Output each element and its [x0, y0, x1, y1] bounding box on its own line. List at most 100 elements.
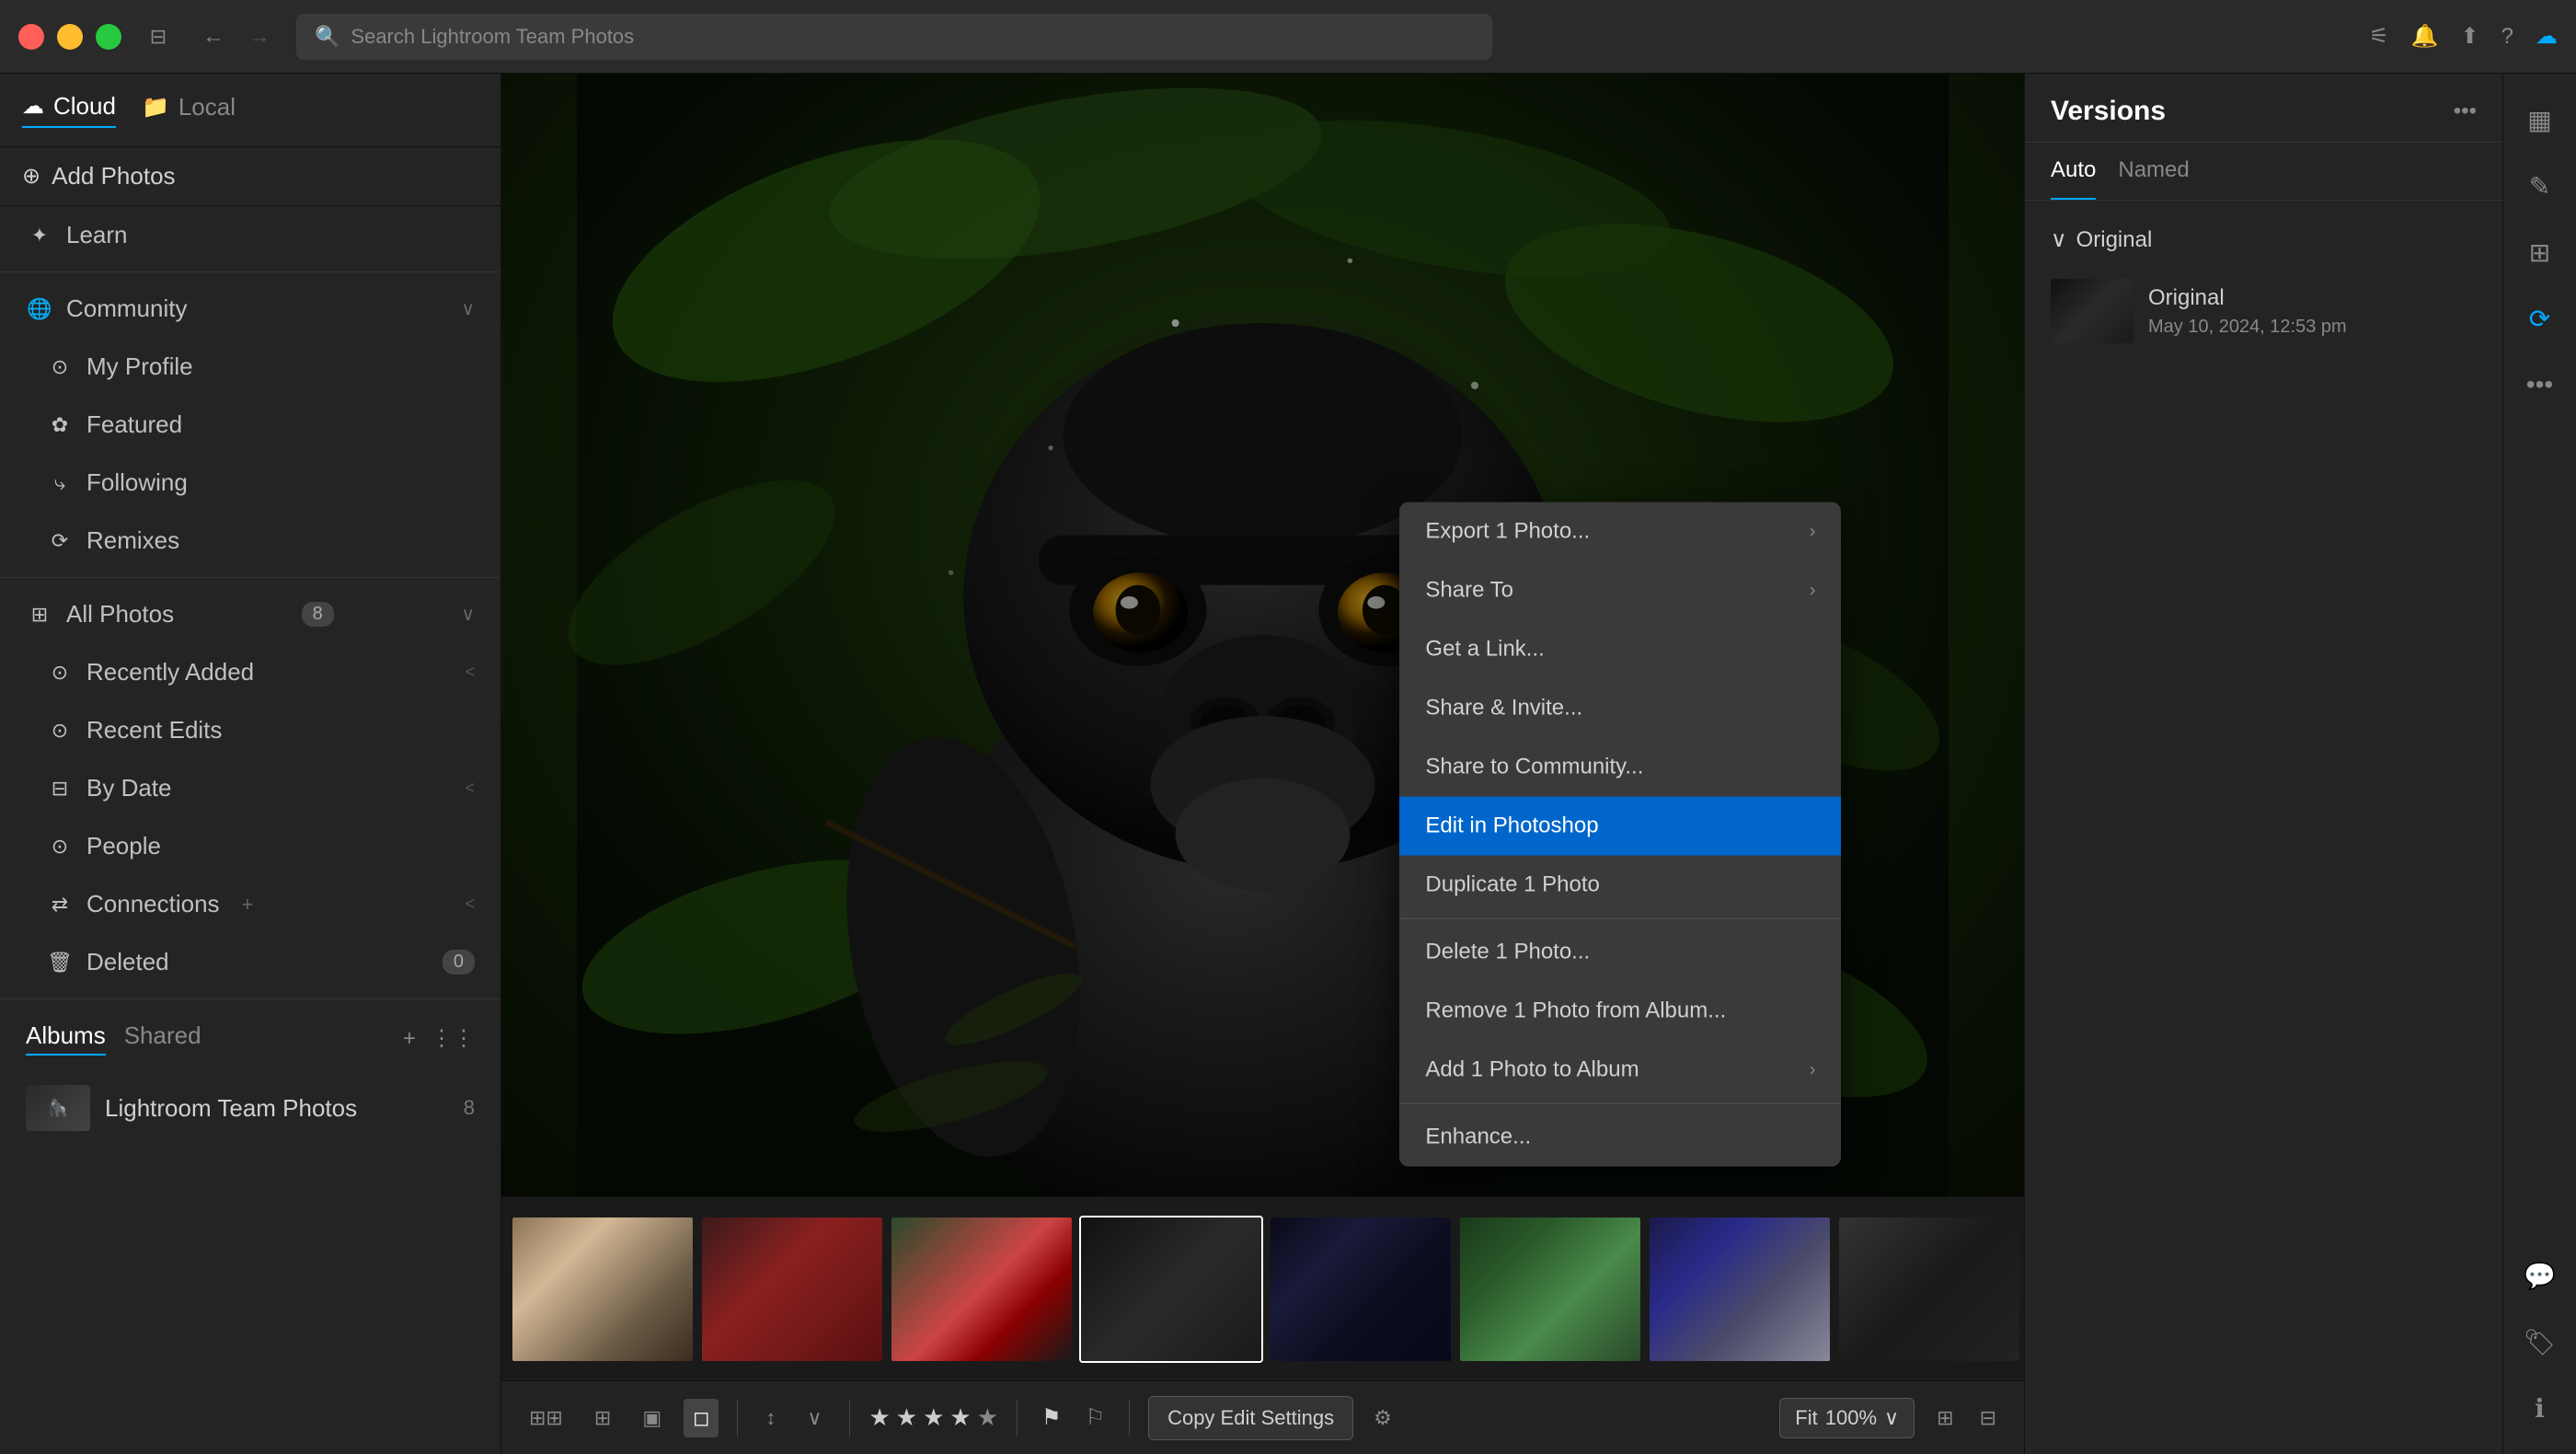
bell-icon[interactable]: 🔔	[2411, 23, 2439, 50]
sidebar-item-people[interactable]: ⊙ People	[0, 817, 500, 875]
zoom-control[interactable]: Fit 100% ∨	[1779, 1398, 1915, 1438]
version-tab-auto[interactable]: Auto	[2051, 143, 2096, 200]
right-sidebar-edit-icon[interactable]: ✎	[2513, 158, 2568, 213]
filter-icon[interactable]: ⚟	[2369, 23, 2389, 50]
context-menu-duplicate[interactable]: Duplicate 1 Photo	[1399, 856, 1841, 915]
filmstrip-thumb-5-inner	[1271, 1217, 1451, 1361]
right-sidebar-info-icon[interactable]: ℹ	[2513, 1380, 2568, 1436]
forward-button[interactable]: →	[241, 20, 278, 53]
filmstrip-thumb-4[interactable]	[1079, 1216, 1263, 1363]
right-sidebar-histogram-icon[interactable]: ▦	[2513, 92, 2568, 147]
filmstrip-thumb-4-inner	[1081, 1217, 1261, 1361]
right-panel: Versions ••• Auto Named ∨ Original Origi…	[2024, 74, 2502, 1454]
sidebar-item-bydate[interactable]: ⊟ By Date <	[0, 759, 500, 817]
filmstrip-thumb-3[interactable]	[890, 1216, 1074, 1363]
context-menu-getlink-label: Get a Link...	[1425, 637, 1544, 663]
search-input[interactable]	[351, 25, 1474, 49]
add-photos-button[interactable]: ⊕ Add Photos	[0, 147, 500, 206]
right-panel-menu-icon[interactable]: •••	[2454, 98, 2477, 124]
sidebar-item-following[interactable]: ⤷ Following	[0, 454, 500, 512]
help-icon[interactable]: ?	[2501, 24, 2513, 50]
sidebar-item-remixes[interactable]: ⟳ Remixes	[0, 512, 500, 570]
compare-toggle-button[interactable]: ⊞	[1927, 1399, 1962, 1437]
star-5[interactable]: ★	[977, 1403, 998, 1432]
add-album-button[interactable]: +	[403, 1026, 416, 1052]
square-grid-button[interactable]: ⊞	[585, 1399, 620, 1437]
album-thumb: 🦍	[26, 1085, 90, 1131]
cloud-icon[interactable]: ☁	[2536, 23, 2558, 50]
context-menu-sharecommunity-label: Share to Community...	[1425, 755, 1643, 780]
flag-button[interactable]: ⚑	[1036, 1399, 1067, 1437]
shared-tab[interactable]: Shared	[124, 1021, 201, 1056]
right-panel-header: Versions •••	[2025, 74, 2502, 143]
sidebar-item-learn[interactable]: ✦ Learn	[0, 206, 500, 264]
context-menu-addtoalbum-label: Add 1 Photo to Album	[1425, 1057, 1639, 1083]
context-menu-getlink[interactable]: Get a Link...	[1399, 620, 1841, 679]
sidebar-item-recentedits[interactable]: ⊙ Recent Edits	[0, 701, 500, 759]
back-button[interactable]: ←	[195, 20, 232, 53]
sidebar-learn-label: Learn	[66, 221, 128, 249]
filmstrip-thumb-5[interactable]	[1269, 1216, 1453, 1363]
photo-main[interactable]: Export 1 Photo... › Share To › Get a Lin…	[501, 74, 2024, 1196]
community-chevron: ∨	[461, 297, 475, 320]
right-sidebar-more-icon[interactable]: •••	[2513, 357, 2568, 412]
albums-tab[interactable]: Albums	[26, 1021, 106, 1056]
search-bar[interactable]: 🔍	[296, 14, 1492, 60]
star-1[interactable]: ★	[868, 1403, 890, 1432]
filmstrip-thumb-8[interactable]	[1837, 1216, 2021, 1363]
filmstrip-thumb-6[interactable]	[1458, 1216, 1642, 1363]
album-item[interactable]: 🦍 Lightroom Team Photos 8	[0, 1070, 500, 1146]
context-menu-sharecommunity[interactable]: Share to Community...	[1399, 738, 1841, 797]
sort-dropdown-button[interactable]: ∨	[798, 1399, 831, 1437]
filmstrip-thumb-1[interactable]	[511, 1216, 695, 1363]
maximize-button[interactable]	[96, 24, 121, 50]
version-section-header[interactable]: ∨ Original	[2043, 215, 2484, 264]
sidebar-item-allphotos[interactable]: ⊞ All Photos 8 ∨	[0, 585, 500, 643]
right-sidebar-detail-icon[interactable]: ⊞	[2513, 225, 2568, 280]
context-menu-shareto[interactable]: Share To ›	[1399, 561, 1841, 620]
context-menu-editphotoshop[interactable]: Edit in Photoshop	[1399, 797, 1841, 856]
right-sidebar-tag-icon[interactable]: 🏷	[2513, 1314, 2568, 1369]
grid-view-button[interactable]: ⊞⊞	[520, 1399, 572, 1437]
allphotos-icon: ⊞	[26, 601, 53, 629]
star-4[interactable]: ★	[949, 1403, 971, 1432]
sort-button[interactable]: ↕	[756, 1399, 785, 1437]
version-tab-named[interactable]: Named	[2118, 143, 2189, 200]
right-sidebar-versions-icon[interactable]: ⟳	[2513, 291, 2568, 346]
context-menu-addtoalbum[interactable]: Add 1 Photo to Album ›	[1399, 1041, 1841, 1100]
right-panel-title: Versions	[2051, 96, 2166, 127]
sidebar-item-recentlyadded[interactable]: ⊙ Recently Added <	[0, 643, 500, 701]
minimize-button[interactable]	[57, 24, 83, 50]
share-icon[interactable]: ⬆	[2461, 23, 2479, 50]
close-button[interactable]	[18, 24, 44, 50]
connections-add-icon[interactable]: +	[242, 893, 254, 917]
context-menu-delete[interactable]: Delete 1 Photo...	[1399, 923, 1841, 982]
context-menu-export[interactable]: Export 1 Photo... ›	[1399, 502, 1841, 561]
recentlyadded-icon: ⊙	[46, 659, 74, 687]
context-menu-enhance[interactable]: Enhance...	[1399, 1108, 1841, 1167]
star-2[interactable]: ★	[896, 1403, 917, 1432]
filmstrip-thumb-7[interactable]	[1648, 1216, 1832, 1363]
sidebar-item-myprofile[interactable]: ⊙ My Profile	[0, 338, 500, 396]
sidebar-item-connections[interactable]: ⇄ Connections + <	[0, 875, 500, 933]
version-item-original[interactable]: Original May 10, 2024, 12:53 pm	[2043, 264, 2484, 358]
cloud-tab[interactable]: ☁ Cloud	[22, 92, 116, 128]
single-view-button[interactable]: ◻	[684, 1399, 719, 1437]
right-sidebar-chat-icon[interactable]: 💬	[2513, 1248, 2568, 1303]
compare-view-button[interactable]: ▣	[633, 1399, 671, 1437]
sidebar-item-featured[interactable]: ✿ Featured	[0, 396, 500, 454]
sort-albums-button[interactable]: ⋮⋮	[431, 1025, 475, 1052]
context-menu-shareinvite[interactable]: Share & Invite...	[1399, 679, 1841, 738]
sidebar-item-deleted[interactable]: 🗑 Deleted 0	[0, 933, 500, 991]
star-3[interactable]: ★	[923, 1403, 944, 1432]
local-tab[interactable]: 📁 Local	[142, 93, 236, 127]
following-icon: ⤷	[46, 469, 74, 497]
detail-view-button[interactable]: ⊟	[1971, 1399, 2006, 1437]
context-menu-removefromalbum[interactable]: Remove 1 Photo from Album...	[1399, 982, 1841, 1041]
edit-settings-gear-button[interactable]: ⚙	[1366, 1399, 1399, 1437]
sidebar-item-community[interactable]: 🌐 Community ∨	[0, 280, 500, 338]
context-menu-shareinvite-label: Share & Invite...	[1425, 696, 1582, 721]
copy-edit-settings-button[interactable]: Copy Edit Settings	[1148, 1396, 1353, 1440]
filmstrip-thumb-2[interactable]	[700, 1216, 884, 1363]
reject-button[interactable]: ⚐	[1080, 1399, 1111, 1437]
